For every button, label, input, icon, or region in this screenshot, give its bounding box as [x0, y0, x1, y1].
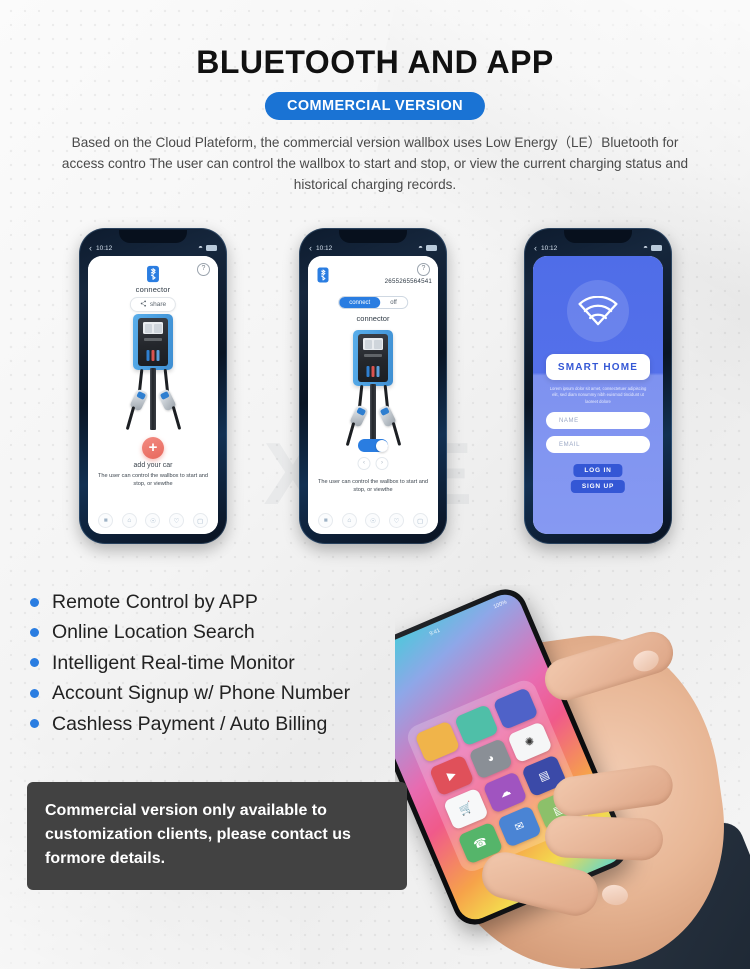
shopping-cart-icon[interactable]: 🛒: [443, 787, 489, 831]
power-toggle-switch[interactable]: [358, 439, 388, 452]
feature-label: Intelligent Real-time Monitor: [52, 651, 295, 674]
bookmark-icon[interactable]: ▢: [412, 513, 428, 528]
chevron-right-icon[interactable]: ›: [375, 457, 389, 470]
bell-icon[interactable]: ☉: [365, 513, 381, 528]
bottom-nav-bar: ■ ⌂ ☉ ♡ ▢: [88, 513, 218, 528]
mail-icon[interactable]: ✉: [496, 805, 543, 848]
ev-charger-illustration: [116, 314, 190, 430]
battery-icon: [651, 245, 662, 251]
phone-mockups: ‹ 10:12 ◓ ? connector share + add your c…: [0, 228, 750, 546]
heart-icon[interactable]: ♡: [169, 513, 185, 528]
bullet-dot-icon: [30, 719, 39, 729]
lock-icon[interactable]: [453, 703, 500, 747]
phone1-blurb: The user can control the wallbox to star…: [97, 473, 209, 487]
connect-toggle-group[interactable]: connect off: [338, 296, 408, 309]
connector-label: connector: [135, 285, 171, 294]
list-item: Account Signup w/ Phone Number: [30, 681, 450, 705]
phone2-blurb: The user can control the wallbox to star…: [317, 479, 429, 493]
status-time: 10:12: [541, 244, 558, 252]
share-label: share: [149, 301, 167, 308]
bottom-nav-bar: ■ ⌂ ☉ ♡ ▢: [308, 513, 438, 528]
status-time: 10:12: [316, 244, 333, 252]
camera-shutter-icon[interactable]: ✺: [507, 721, 553, 764]
phone-screen-3: SMART HOME Lorem ipsum dolor sit amet, c…: [533, 256, 663, 534]
add-car-button[interactable]: +: [142, 437, 164, 459]
status-bar: ‹ 10:12 ◓: [79, 241, 227, 255]
page-root: BLUETOOTH AND APP COMMERCIAL VERSION Bas…: [0, 0, 750, 969]
bluetooth-icon: [317, 267, 329, 288]
name-field[interactable]: NAME: [546, 412, 650, 429]
signup-button[interactable]: SIGN UP: [570, 480, 626, 493]
bell-icon[interactable]: ☉: [145, 513, 161, 528]
phone-notch: [564, 230, 632, 243]
notes-icon[interactable]: [492, 687, 539, 730]
grid-icon[interactable]: ■: [318, 513, 334, 528]
feature-label: Cashless Payment / Auto Billing: [52, 712, 328, 735]
help-circle-icon[interactable]: ?: [197, 263, 210, 276]
list-item: Remote Control by APP: [30, 590, 450, 614]
feature-label: Remote Control by APP: [52, 591, 258, 613]
wifi-icon: ◓: [198, 243, 203, 252]
ev-charger-illustration: [336, 330, 410, 446]
status-bar: ‹ 10:12 ◓: [299, 241, 447, 255]
help-circle-icon[interactable]: ?: [417, 263, 430, 276]
share-icon: [140, 300, 147, 309]
page-title: BLUETOOTH AND APP: [196, 44, 554, 80]
feature-list: Remote Control by APP Online Location Se…: [30, 590, 450, 742]
feature-label: Account Signup w/ Phone Number: [52, 682, 351, 705]
share-button[interactable]: share: [129, 297, 177, 312]
heart-icon[interactable]: ♡: [389, 513, 405, 528]
back-chevron-icon[interactable]: ‹: [534, 243, 537, 253]
email-field[interactable]: EMAIL: [546, 436, 650, 453]
back-chevron-icon[interactable]: ‹: [309, 243, 312, 253]
phone-mockup-2: ‹ 10:12 ◓ ? 2655265564541 connect off co…: [299, 228, 447, 544]
phone-mockup-3: ‹ 10:12 ◓ SMART HOME Lorem ipsum dolor s…: [524, 228, 672, 544]
back-chevron-icon[interactable]: ‹: [89, 243, 92, 253]
bluetooth-icon: [147, 265, 160, 283]
phone-screen-2: ? 2655265564541 connect off connector ‹ …: [308, 256, 438, 534]
bullet-dot-icon: [30, 628, 39, 638]
segment-connect[interactable]: connect: [339, 297, 381, 308]
play-video-icon[interactable]: ▶: [428, 754, 475, 797]
wifi-icon: ◓: [418, 243, 423, 252]
login-button[interactable]: LOG IN: [573, 464, 623, 477]
bullet-dot-icon: [30, 688, 39, 698]
wifi-icon: ◓: [643, 243, 648, 252]
status-time: 10:12: [96, 244, 113, 252]
phone-notch: [339, 230, 407, 243]
photo-status-battery: 100%: [492, 599, 508, 611]
feature-label: Online Location Search: [52, 621, 255, 644]
battery-icon: [206, 245, 217, 251]
bullet-dot-icon: [30, 597, 39, 607]
home-icon[interactable]: ⌂: [341, 513, 357, 528]
cloud-icon[interactable]: ☁: [482, 771, 528, 814]
headphones-icon[interactable]: ◕: [468, 737, 514, 781]
segment-off[interactable]: off: [380, 297, 407, 308]
list-item: Cashless Payment / Auto Billing: [30, 712, 450, 736]
device-id: 2655265564541: [384, 278, 432, 285]
ring-finger: [544, 814, 664, 862]
callout-box: Commercial version only available to cus…: [27, 782, 407, 890]
battery-icon: [426, 245, 437, 251]
chevron-left-icon[interactable]: ‹: [357, 457, 371, 470]
lorem-text: Lorem ipsum dolor sit amet, consectetuer…: [549, 386, 647, 404]
step-arrows: ‹ ›: [357, 457, 389, 470]
intro-paragraph: Based on the Cloud Plateform, the commer…: [61, 135, 689, 193]
phone-screen-1: ? connector share + add your car The use…: [88, 256, 218, 534]
connector-label: connector: [356, 314, 390, 323]
phone-notch: [119, 230, 187, 243]
smart-home-heading: SMART HOME: [546, 354, 650, 380]
list-item: Online Location Search: [30, 620, 450, 644]
home-icon[interactable]: ⌂: [121, 513, 137, 528]
wifi-signal-icon: [567, 280, 629, 342]
grid-icon[interactable]: ■: [98, 513, 114, 528]
phone-mockup-1: ‹ 10:12 ◓ ? connector share + add your c…: [79, 228, 227, 544]
add-car-label: add your car: [133, 462, 173, 469]
bookmark-icon[interactable]: ▢: [192, 513, 208, 528]
bullet-dot-icon: [30, 658, 39, 668]
list-item: Intelligent Real-time Monitor: [30, 651, 450, 675]
commercial-version-badge: COMMERCIAL VERSION: [264, 92, 486, 120]
status-bar: ‹ 10:12 ◓: [524, 241, 672, 255]
